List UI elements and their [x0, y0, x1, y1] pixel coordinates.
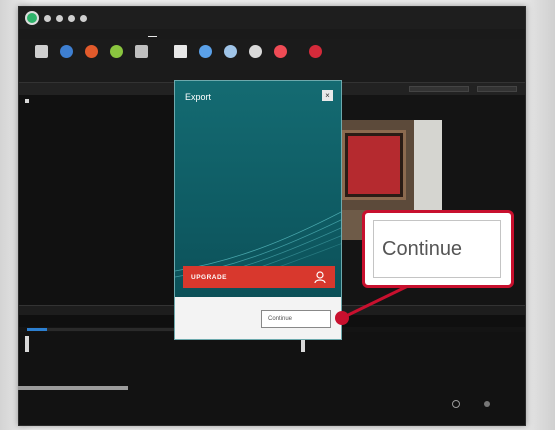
quick-open-icon[interactable]: [56, 14, 63, 22]
apple-icon: [84, 45, 98, 58]
menu-tab-4[interactable]: [107, 32, 114, 37]
ribbon-button-share[interactable]: [272, 45, 288, 82]
ribbon-button-apple[interactable]: [83, 45, 99, 82]
title-bar: [19, 7, 525, 29]
info-row: [25, 99, 193, 103]
bullet-icon: [25, 99, 29, 103]
menu-tab-8[interactable]: [192, 32, 199, 37]
media-info-panel: [19, 95, 199, 305]
ribbon-toolbar: [19, 39, 525, 83]
gear-icon[interactable]: [452, 400, 460, 408]
quick-undo-icon[interactable]: [80, 14, 87, 22]
search-input[interactable]: [409, 86, 469, 92]
ribbon-button-computer[interactable]: [33, 45, 49, 82]
menu-tab-3[interactable]: [86, 32, 93, 37]
tv-icon: [173, 45, 187, 58]
timeline-progress-bar[interactable]: [27, 328, 193, 331]
filter-input[interactable]: [477, 86, 517, 92]
menu-tab-active[interactable]: [148, 31, 158, 37]
close-icon[interactable]: ×: [322, 90, 333, 101]
record-icon: [308, 45, 322, 58]
globe-icon: [59, 45, 73, 58]
upgrade-label: UPGRADE: [191, 273, 228, 281]
menu-tab-1[interactable]: [45, 32, 52, 37]
android-icon: [109, 45, 123, 58]
dialog-footer: Continue: [175, 297, 341, 339]
quick-settings-icon[interactable]: [68, 14, 75, 22]
track-column: [25, 336, 143, 352]
share-icon: [273, 45, 287, 58]
quick-save-icon[interactable]: [44, 14, 51, 22]
ribbon-button-cloud[interactable]: [197, 45, 213, 82]
ribbon-button-record[interactable]: [307, 45, 323, 82]
ribbon-button-android[interactable]: [108, 45, 124, 82]
menu-tab-7[interactable]: [171, 32, 178, 37]
continue-button[interactable]: Continue: [261, 310, 331, 328]
app-logo-icon[interactable]: [25, 11, 39, 25]
checkbox-icon[interactable]: [25, 348, 29, 352]
device-icon: [134, 45, 148, 58]
timeline-progress-fill: [27, 328, 47, 331]
ribbon-button-web[interactable]: [58, 45, 74, 82]
menu-bar: [19, 29, 525, 39]
ribbon-button-eye[interactable]: [247, 45, 263, 82]
eye-icon: [248, 45, 262, 58]
export-dialog: Export × UPGRADE Continue: [174, 80, 342, 340]
menu-tab-2[interactable]: [66, 32, 73, 37]
upgrade-user-icon: [314, 271, 326, 284]
menu-tab-5[interactable]: [128, 32, 135, 37]
track-row[interactable]: [25, 348, 143, 352]
horizontal-scrollbar[interactable]: [18, 386, 128, 390]
settings-dot-icon[interactable]: [484, 401, 490, 407]
painting-frame: [342, 130, 406, 200]
cloud-icon: [198, 45, 212, 58]
ribbon-button-disc[interactable]: [222, 45, 238, 82]
computer-icon: [34, 45, 48, 58]
checkbox-icon[interactable]: [301, 348, 305, 352]
disc-icon: [223, 45, 237, 58]
track-row[interactable]: [301, 348, 419, 352]
continue-callout: Continue: [362, 210, 514, 288]
upgrade-button[interactable]: UPGRADE: [183, 266, 335, 288]
ribbon-button-tv[interactable]: [172, 45, 188, 82]
tracks-panel: [19, 332, 525, 425]
continue-callout-label: Continue: [373, 220, 501, 278]
dialog-title: Export: [185, 92, 212, 102]
ribbon-button-device[interactable]: [133, 45, 149, 82]
